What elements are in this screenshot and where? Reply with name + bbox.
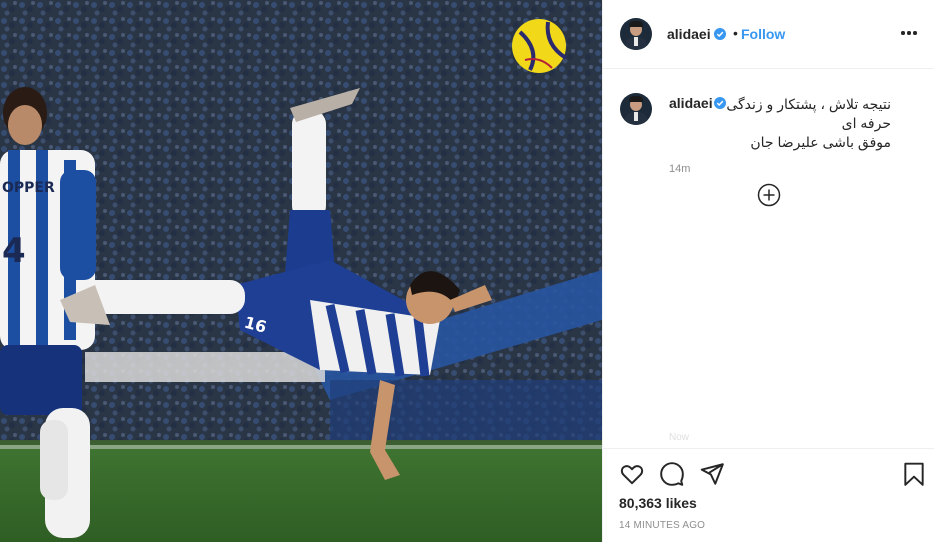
share-icon[interactable]	[699, 461, 725, 487]
avatar[interactable]	[620, 18, 652, 50]
post-timestamp[interactable]: 14 MINUTES AGO	[619, 520, 705, 531]
header-separator: •	[733, 25, 738, 41]
post-header: alidaei • Follow	[603, 0, 934, 69]
post-actions: 80,363 likes 14 MINUTES AGO	[603, 448, 934, 542]
more-options-icon[interactable]	[901, 22, 921, 42]
faint-timestamp: Now	[669, 432, 690, 443]
likes-count[interactable]: 80,363 likes	[619, 495, 697, 511]
caption-line: نتیجه تلاش ، پشتکار و زندگی	[726, 96, 891, 112]
follow-button[interactable]: Follow	[741, 26, 785, 42]
caption-text: نتیجه تلاش ، پشتکار و زندگی حرفه ای موفق…	[661, 95, 891, 152]
caption-time[interactable]: 14m	[669, 163, 690, 175]
football	[512, 19, 568, 73]
comments-section: alidaei نتیجه تلاش ، پشتکار و زندگی حرفه…	[603, 70, 934, 448]
svg-text:OPPER: OPPER	[2, 180, 55, 196]
heart-icon[interactable]	[619, 461, 645, 487]
caption-line: حرفه ای	[841, 115, 891, 131]
load-more-comments-icon[interactable]	[757, 183, 781, 207]
header-username[interactable]: alidaei	[667, 26, 711, 42]
photo-illustration: OPPER 4 16	[0, 0, 602, 542]
caption-line: موفق باشی علیرضا جان	[750, 134, 891, 150]
caption-avatar[interactable]	[620, 93, 652, 125]
svg-text:4: 4	[2, 231, 26, 271]
verified-badge-icon	[714, 28, 726, 40]
bookmark-icon[interactable]	[901, 461, 927, 487]
post-photo[interactable]: OPPER 4 16	[0, 0, 602, 542]
comment-icon[interactable]	[659, 461, 685, 487]
post-sidebar: alidaei • Follow alidaei نتیجه تلاش ، پش…	[602, 0, 934, 542]
